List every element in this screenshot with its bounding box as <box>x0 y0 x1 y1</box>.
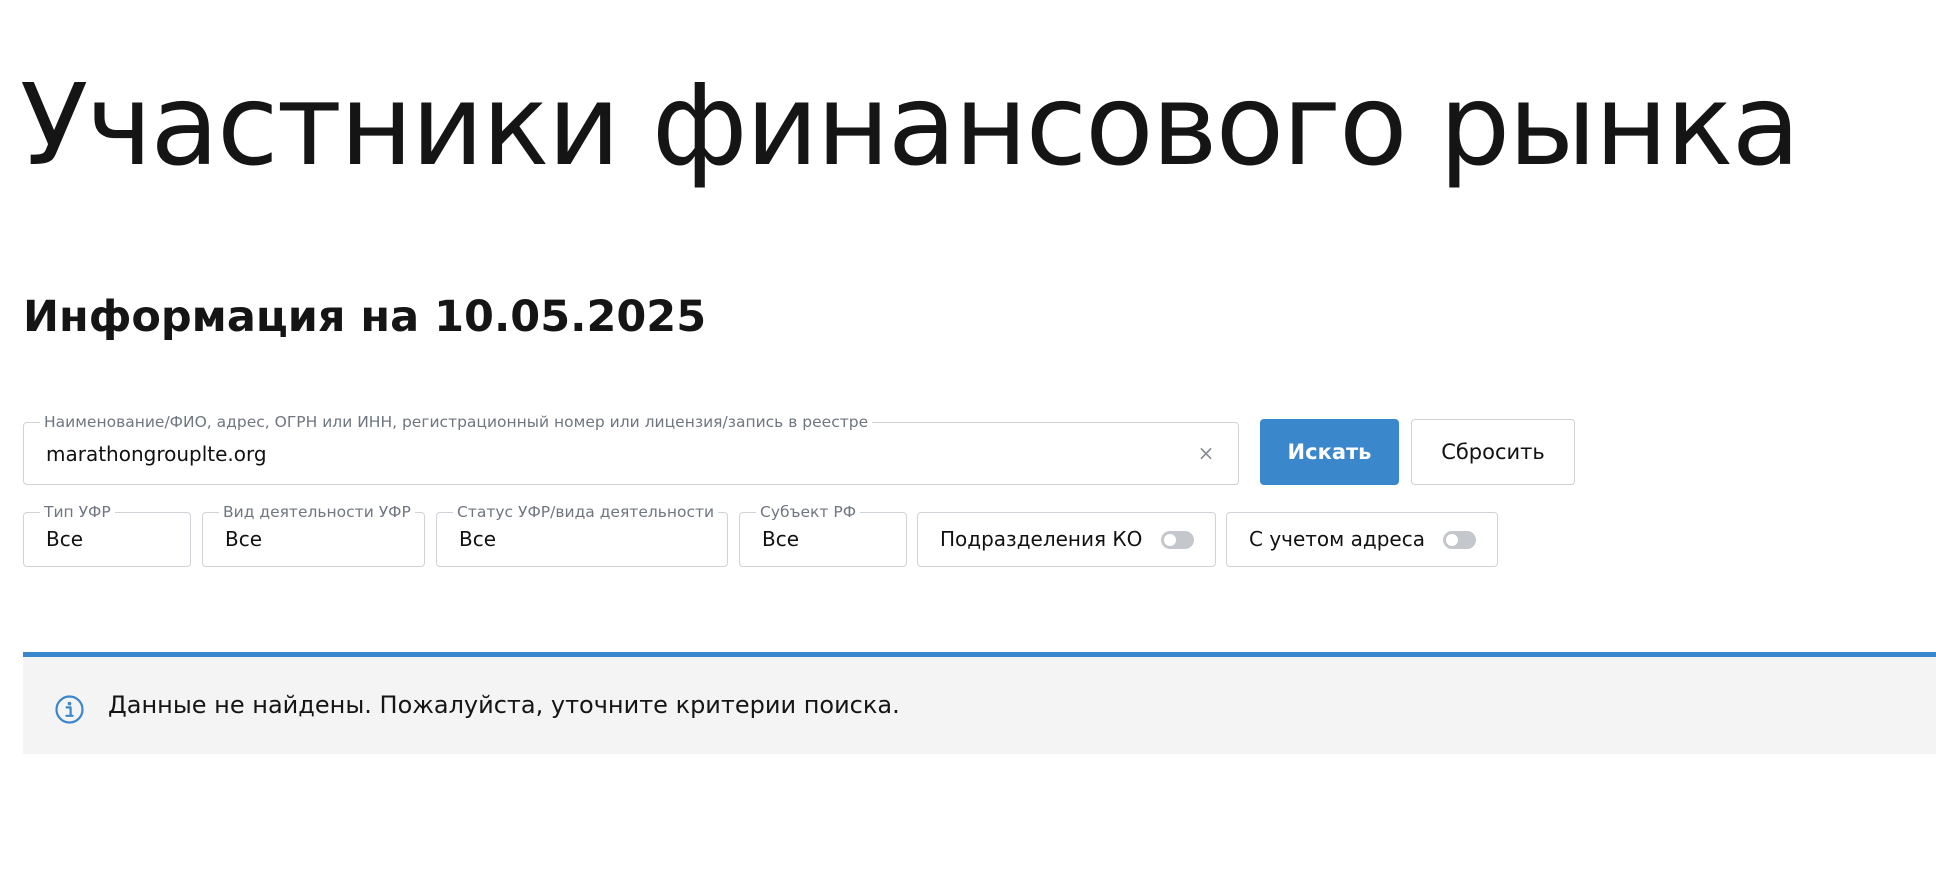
filter-status-label: Статус УФР/вида деятельности <box>453 503 719 521</box>
ko-branches-toggle-switch[interactable] <box>1161 531 1194 549</box>
filter-status-value: Все <box>459 527 497 551</box>
filter-region-select[interactable]: Субъект РФ Все <box>739 503 907 567</box>
with-address-toggle-switch[interactable] <box>1443 531 1476 549</box>
filter-type-select[interactable]: Тип УФР Все <box>23 503 191 567</box>
search-button[interactable]: Искать <box>1260 419 1399 485</box>
filter-type-value: Все <box>46 527 84 551</box>
alert-message: Данные не найдены. Пожалуйста, уточните … <box>108 691 900 719</box>
page: Участники финансового рынка Информация н… <box>0 0 1936 874</box>
reset-button[interactable]: Сбросить <box>1411 419 1575 485</box>
page-title: Участники финансового рынка <box>20 61 1800 191</box>
clear-icon[interactable]: × <box>1194 441 1218 465</box>
search-field-label: Наименование/ФИО, адрес, ОГРН или ИНН, р… <box>40 413 873 431</box>
with-address-toggle-box[interactable]: С учетом адреса <box>1226 512 1498 567</box>
no-results-alert: Данные не найдены. Пожалуйста, уточните … <box>23 652 1936 754</box>
info-icon <box>55 695 84 724</box>
filter-activity-select[interactable]: Вид деятельности УФР Все <box>202 503 425 567</box>
ko-branches-toggle-box[interactable]: Подразделения КО <box>917 512 1216 567</box>
filter-activity-value: Все <box>225 527 263 551</box>
filter-region-value: Все <box>762 527 800 551</box>
filter-status-select[interactable]: Статус УФР/вида деятельности Все <box>436 503 728 567</box>
ko-branches-toggle-label: Подразделения КО <box>940 527 1143 551</box>
search-input[interactable] <box>46 442 1166 466</box>
filter-region-label: Субъект РФ <box>756 503 861 521</box>
filter-activity-label: Вид деятельности УФР <box>219 503 415 521</box>
filter-type-label: Тип УФР <box>40 503 115 521</box>
search-field[interactable]: Наименование/ФИО, адрес, ОГРН или ИНН, р… <box>23 413 1239 485</box>
with-address-toggle-label: С учетом адреса <box>1249 527 1425 551</box>
ko-branches-toggle-knob <box>1164 534 1176 546</box>
with-address-toggle-knob <box>1446 534 1458 546</box>
info-date-heading: Информация на 10.05.2025 <box>23 292 707 342</box>
